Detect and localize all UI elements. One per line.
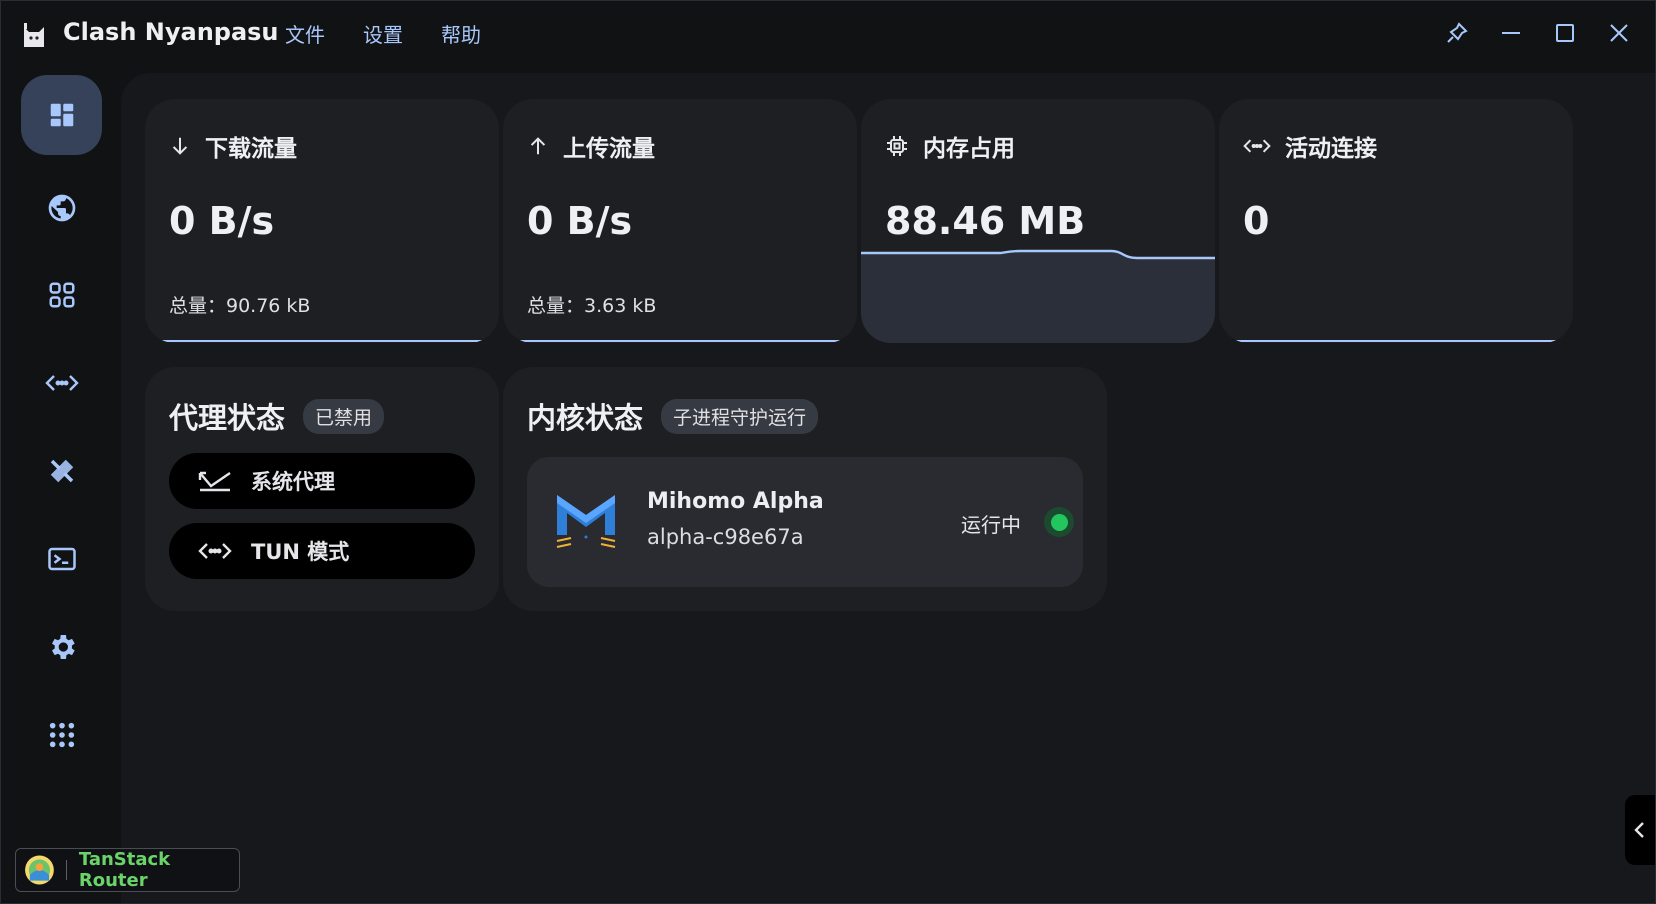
download-speed: 0 B/s: [169, 199, 275, 243]
tanstack-separator: [65, 860, 67, 880]
app-title: Clash Nyanpasu: [63, 18, 279, 46]
download-card: 下载流量 0 B/s 总量：90.76 kB: [145, 99, 499, 343]
memory-card-header: 内存占用: [885, 129, 1015, 163]
download-title: 下载流量: [205, 136, 297, 162]
connections-sparkline: [1219, 340, 1573, 342]
menu-file[interactable]: 文件: [285, 19, 325, 48]
minimize-icon: [1502, 32, 1520, 34]
menu-settings[interactable]: 设置: [363, 19, 403, 48]
connections-icon: [44, 375, 79, 391]
upload-sparkline: [503, 340, 857, 342]
sidebar-item-connections[interactable]: [21, 343, 102, 423]
window-controls: [1441, 15, 1635, 51]
system-proxy-label: 系统代理: [251, 470, 335, 494]
connections-card: 活动连接 0: [1219, 99, 1573, 343]
sidebar-item-more[interactable]: [21, 695, 102, 775]
memory-card: 内存占用 88.46 MB: [861, 99, 1215, 343]
close-button[interactable]: [1603, 15, 1635, 51]
core-status-badge: 子进程守护运行: [661, 398, 819, 434]
tanstack-label: TanStack Router: [78, 849, 171, 891]
proxy-status-card: 代理状态 已禁用 系统代理 TUN 模式: [145, 367, 499, 611]
mihomo-logo-icon: [556, 495, 616, 548]
memory-title: 内存占用: [923, 136, 1015, 162]
arrow-down-icon: [172, 137, 188, 155]
download-total: 总量：90.76 kB: [169, 295, 311, 317]
terminal-icon: [47, 547, 76, 571]
upload-card: 上传流量 0 B/s 总量：3.63 kB: [503, 99, 857, 343]
connections-card-header: 活动连接: [1243, 129, 1377, 163]
rules-icon: [50, 459, 73, 483]
app-logo-icon: [24, 23, 44, 47]
menu-help[interactable]: 帮助: [441, 19, 481, 48]
tun-mode-button[interactable]: TUN 模式: [169, 523, 475, 579]
proxy-status-title: 代理状态: [169, 401, 286, 435]
tanstack-router-devtools-button[interactable]: TanStack Router: [15, 848, 240, 892]
panel-toggle-button[interactable]: [1625, 795, 1655, 865]
tun-mode-label: TUN 模式: [251, 540, 350, 564]
menu-bar: 文件 设置 帮助: [285, 19, 481, 48]
sidebar-item-settings[interactable]: [21, 607, 102, 687]
running-indicator-icon: [1044, 507, 1074, 537]
memory-area-chart: [861, 249, 1215, 343]
globe-icon: [48, 194, 75, 222]
connections-title: 活动连接: [1285, 136, 1377, 162]
proxy-status-badge: 已禁用: [303, 398, 385, 434]
proxy-status-header: 代理状态 已禁用: [169, 395, 385, 437]
dashboard-icon: [50, 103, 73, 127]
download-card-header: 下载流量: [169, 129, 297, 163]
sidebar-item-rules[interactable]: [21, 431, 102, 511]
pin-button[interactable]: [1441, 15, 1473, 51]
download-sparkline: [145, 340, 499, 342]
dashboard-content: 下载流量 0 B/s 总量：90.76 kB 上传流量 0 B/s 总量：3.6…: [121, 73, 1655, 903]
sidebar-item-proxies[interactable]: [21, 168, 102, 248]
system-proxy-button[interactable]: 系统代理: [169, 453, 475, 509]
upload-card-header: 上传流量: [527, 129, 655, 163]
core-running-state: 运行中: [961, 513, 1021, 537]
minimize-button[interactable]: [1495, 15, 1527, 51]
app-window: Clash Nyanpasu 文件 设置 帮助 下载流量 0 B/s 总量：90…: [0, 0, 1656, 904]
maximize-icon: [1556, 24, 1574, 42]
core-status-header: 内核状态 子进程守护运行: [527, 395, 819, 437]
core-status-card: 内核状态 子进程守护运行 Mihomo Alpha alpha-c98e67a …: [503, 367, 1107, 611]
sidebar-nav: [1, 69, 121, 903]
sidebar-item-logs[interactable]: [21, 519, 102, 599]
sidebar-item-profiles[interactable]: [21, 255, 102, 335]
tanstack-logo-icon: [25, 855, 54, 885]
connections-count: 0: [1243, 199, 1270, 243]
chevron-left-icon: [1634, 822, 1644, 838]
maximize-button[interactable]: [1549, 15, 1581, 51]
settings-icon: [51, 635, 75, 659]
pin-icon: [1447, 22, 1468, 43]
grid-icon: [49, 282, 74, 308]
title-bar[interactable]: Clash Nyanpasu 文件 设置 帮助: [1, 1, 1655, 69]
apps-icon: [49, 722, 74, 748]
close-icon: [1610, 24, 1628, 42]
system-proxy-icon: [193, 466, 237, 496]
arrow-up-icon: [530, 137, 546, 155]
core-version: alpha-c98e67a: [647, 525, 804, 549]
chip-icon: [887, 136, 907, 156]
tun-mode-icon: [193, 536, 237, 566]
connections-small-icon: [1243, 139, 1271, 153]
upload-title: 上传流量: [563, 136, 655, 162]
sidebar-item-dashboard[interactable]: [21, 75, 102, 155]
core-name: Mihomo Alpha: [647, 489, 824, 514]
memory-usage: 88.46 MB: [885, 199, 1086, 243]
upload-total: 总量：3.63 kB: [527, 295, 657, 317]
core-status-title: 内核状态: [527, 401, 644, 435]
upload-speed: 0 B/s: [527, 199, 633, 243]
core-info-box[interactable]: Mihomo Alpha alpha-c98e67a 运行中: [527, 457, 1083, 587]
